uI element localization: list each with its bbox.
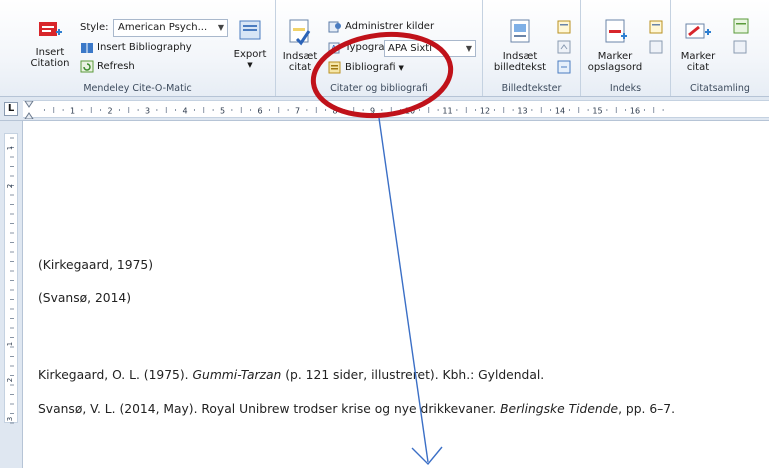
ruler-number: 2: [107, 107, 112, 116]
indent-marker-icon[interactable]: [24, 101, 34, 119]
update-table-icon[interactable]: [557, 40, 571, 54]
bib-1-after: (p. 121 sider, illustreret). Kbh.: Gylde…: [281, 368, 545, 382]
vruler-number: 1: [6, 146, 14, 150]
ruler-number: 13: [517, 107, 527, 116]
vruler-number: 2: [6, 378, 14, 382]
bibliografi-button[interactable]: Bibliografi ▼: [328, 61, 404, 74]
refresh-label: Refresh: [97, 61, 135, 72]
refresh-button[interactable]: Refresh: [80, 60, 135, 73]
ruler-number: 9: [370, 107, 375, 116]
vruler-number: 1: [6, 342, 14, 346]
ruler-ticks: 1 2 3 4 5 6 7 8 9 10 11 12 13 14 15 16: [24, 101, 664, 119]
citater-group-label: Citater og bibliografi: [330, 83, 428, 94]
insert-caption-icon: [510, 19, 530, 43]
tab-selector[interactable]: L: [4, 102, 18, 116]
style-select[interactable]: American Psych... ▼: [113, 19, 228, 37]
bib-1-title: Gummi-Tarzan: [192, 368, 282, 382]
ruler-number: 6: [257, 107, 262, 116]
mark-citation-icon: [685, 23, 711, 39]
insert-bibliography-button[interactable]: Insert Bibliography: [80, 41, 192, 54]
document-page[interactable]: (Kirkegaard, 1975) (Svansø, 2014) Kirkeg…: [24, 122, 769, 468]
export-chevron-icon: ▼: [247, 61, 253, 69]
manage-sources-icon: [328, 21, 341, 33]
citation-line-2[interactable]: (Svansø, 2014): [38, 291, 131, 305]
horizontal-ruler-bar: L 1 2 3 4 5 6 7 8 9 10 11 12 13 14 15 16: [0, 97, 769, 121]
insert-index-icon[interactable]: [649, 20, 663, 34]
insert-table-of-figures-icon[interactable]: [557, 20, 571, 34]
chevron-down-icon: ▼: [398, 63, 404, 72]
mark-entry-icon: [605, 19, 627, 43]
indsaet-citat-button[interactable]: Indsæt citat: [282, 18, 318, 73]
insert-citation-label: Insert Citation: [30, 47, 70, 69]
svg-text:A: A: [331, 44, 337, 53]
export-label: Export: [233, 49, 267, 60]
marker-citat-button[interactable]: Marker citat: [673, 18, 723, 73]
marker-citat-label: Marker citat: [680, 51, 716, 73]
chevron-down-icon: ▼: [465, 44, 472, 53]
indsaet-billedtekst-button[interactable]: Indsæt billedtekst: [487, 18, 553, 73]
ruler-number: 16: [630, 107, 640, 116]
administrer-kilder-button[interactable]: Administrer kilder: [328, 20, 434, 33]
ruler-number: 4: [182, 107, 187, 116]
bib-1-before: Kirkegaard, O. L. (1975).: [38, 368, 193, 382]
vertical-ruler[interactable]: 1 2 1 2 3: [0, 121, 23, 468]
vruler-number: 3: [6, 417, 14, 421]
refresh-icon: [80, 60, 94, 73]
vertical-ruler-ticks: 1 2 1 2 3: [6, 137, 14, 424]
ruler-number: 14: [555, 107, 565, 116]
chevron-down-icon: ▼: [217, 23, 224, 32]
indsaet-citat-label: Indsæt citat: [282, 51, 318, 73]
citatsamling-group: Marker citat Citatsamling: [671, 0, 769, 96]
insert-bibliography-label: Insert Bibliography: [97, 42, 192, 53]
indeks-group-label: Indeks: [609, 83, 642, 94]
bibliography-entry-1[interactable]: Kirkegaard, O. L. (1975). Gummi-Tarzan (…: [38, 368, 544, 382]
ruler-number: 1: [70, 107, 75, 116]
ruler-number: 7: [295, 107, 300, 116]
indeks-group: Marker opslagsord Indeks: [581, 0, 671, 96]
citatsamling-group-label: Citatsamling: [690, 83, 750, 94]
insert-citation-icon: [39, 22, 62, 36]
ruler-number: 10: [405, 107, 415, 116]
insert-citation-button[interactable]: Insert Citation: [26, 18, 74, 69]
update-authorities-icon[interactable]: [733, 40, 747, 54]
cross-reference-icon[interactable]: [557, 60, 571, 74]
ruler-number: 5: [220, 107, 225, 116]
bib-2-before: Svansø, V. L. (2014, May). Royal Unibrew…: [38, 402, 501, 416]
style-icon: A: [328, 42, 340, 54]
style-label: Style:: [80, 22, 109, 33]
ribbon: Insert Citation Style: American Psych...…: [0, 0, 769, 97]
billedtekster-group-label: Billedtekster: [501, 83, 562, 94]
style-select-value: American Psych...: [118, 22, 208, 33]
update-index-icon[interactable]: [649, 40, 663, 54]
bibliography-book-icon: [81, 43, 93, 53]
ruler-number: 11: [442, 107, 452, 116]
billedtekster-group: Indsæt billedtekst Billedtekster: [483, 0, 581, 96]
marker-opslagsord-button[interactable]: Marker opslagsord: [587, 18, 643, 73]
administrer-kilder-label: Administrer kilder: [345, 21, 435, 32]
insert-citation-doc-icon: [289, 19, 311, 46]
vertical-ruler-strip: 1 2 1 2 3: [4, 133, 18, 424]
citater-group: Indsæt citat Administrer kilder A Typogr…: [276, 0, 483, 96]
vruler-number: 2: [6, 184, 14, 188]
typografi-select[interactable]: APA Sixtl ▼: [384, 40, 476, 57]
ruler-number: 8: [332, 107, 337, 116]
insert-table-of-authorities-icon[interactable]: [733, 18, 749, 34]
typografi-select-value: APA Sixtl: [388, 43, 432, 54]
bib-2-title: Berlingske Tidende: [500, 402, 619, 416]
bibliography-icon: [328, 61, 341, 74]
ruler-number: 12: [480, 107, 490, 116]
mendeley-group: Insert Citation Style: American Psych...…: [0, 0, 276, 96]
marker-opslagsord-label: Marker opslagsord: [587, 51, 643, 73]
indsaet-billedtekst-label: Indsæt billedtekst: [493, 51, 547, 73]
citation-line-1[interactable]: (Kirkegaard, 1975): [38, 258, 153, 272]
ruler-number: 15: [592, 107, 602, 116]
horizontal-ruler[interactable]: 1 2 3 4 5 6 7 8 9 10 11 12 13 14 15 16: [23, 100, 769, 119]
bibliografi-label: Bibliografi: [345, 62, 396, 73]
mendeley-group-label: Mendeley Cite-O-Matic: [83, 83, 192, 94]
bib-2-after: , pp. 6–7.: [618, 402, 676, 416]
export-icon: [239, 20, 261, 40]
ruler-number: 3: [145, 107, 150, 116]
export-button[interactable]: Export ▼: [230, 18, 270, 71]
bibliography-entry-2[interactable]: Svansø, V. L. (2014, May). Royal Unibrew…: [38, 402, 675, 416]
